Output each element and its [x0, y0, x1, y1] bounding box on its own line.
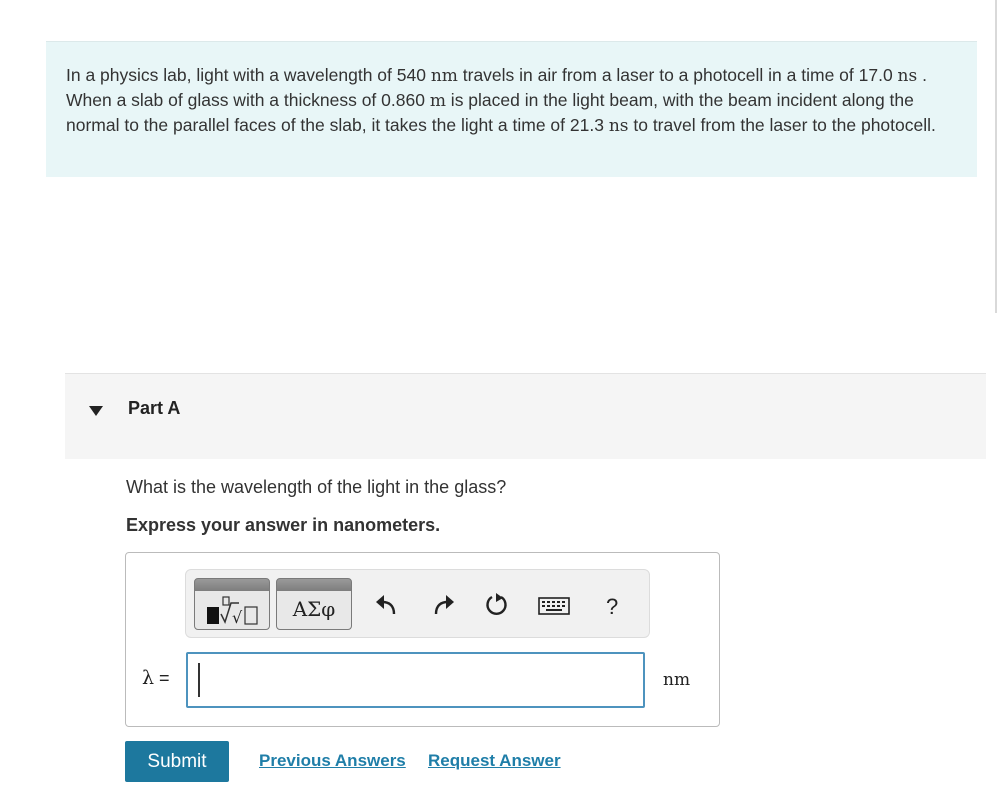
previous-answers-link[interactable]: Previous Answers [259, 751, 406, 771]
keyboard-icon[interactable] [538, 592, 570, 618]
undo-icon[interactable] [374, 592, 400, 618]
greek-symbols-label: ΑΣφ [292, 597, 336, 621]
templates-icon: √ [207, 596, 258, 627]
answer-unit: nm [663, 670, 691, 690]
text-cursor [198, 663, 200, 697]
answer-panel: √ ΑΣφ ? λ = nm [125, 552, 720, 727]
svg-text:√: √ [232, 608, 243, 627]
question-text: What is the wavelength of the light in t… [126, 477, 507, 497]
greek-symbols-button[interactable]: ΑΣφ [276, 578, 352, 630]
part-a-header[interactable]: Part A [65, 373, 986, 459]
unit-nm: nm [430, 66, 458, 86]
unit-ns: ns [897, 66, 918, 86]
answer-input[interactable] [186, 652, 645, 708]
submit-button[interactable]: Submit [125, 741, 229, 782]
page-edge-divider [995, 0, 997, 313]
collapse-triangle-icon[interactable] [88, 404, 104, 418]
help-icon[interactable]: ? [606, 594, 624, 620]
templates-button[interactable]: √ [194, 578, 270, 630]
problem-text: In a physics lab, light with a wavelengt… [66, 65, 936, 136]
problem-statement: In a physics lab, light with a wavelengt… [46, 41, 977, 177]
unit-m: m [429, 91, 446, 111]
redo-icon[interactable] [430, 592, 456, 618]
reset-icon[interactable] [484, 592, 510, 618]
answer-instruction: Express your answer in nanometers. [126, 515, 441, 535]
part-title: Part A [128, 398, 181, 418]
unit-ns: ns [608, 116, 629, 136]
request-answer-link[interactable]: Request Answer [428, 751, 561, 771]
answer-variable-label: λ = [142, 667, 170, 689]
math-toolbar: √ ΑΣφ ? [185, 569, 650, 638]
